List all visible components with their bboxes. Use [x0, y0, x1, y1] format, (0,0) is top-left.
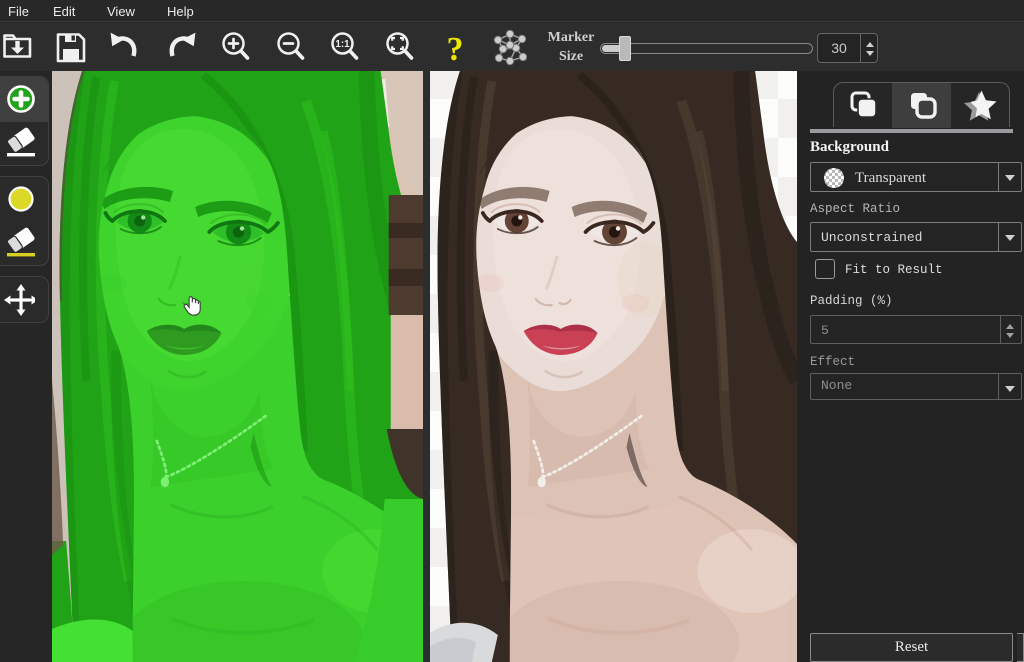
svg-text:?: ? — [447, 31, 464, 66]
svg-text:1:1: 1:1 — [335, 39, 350, 50]
